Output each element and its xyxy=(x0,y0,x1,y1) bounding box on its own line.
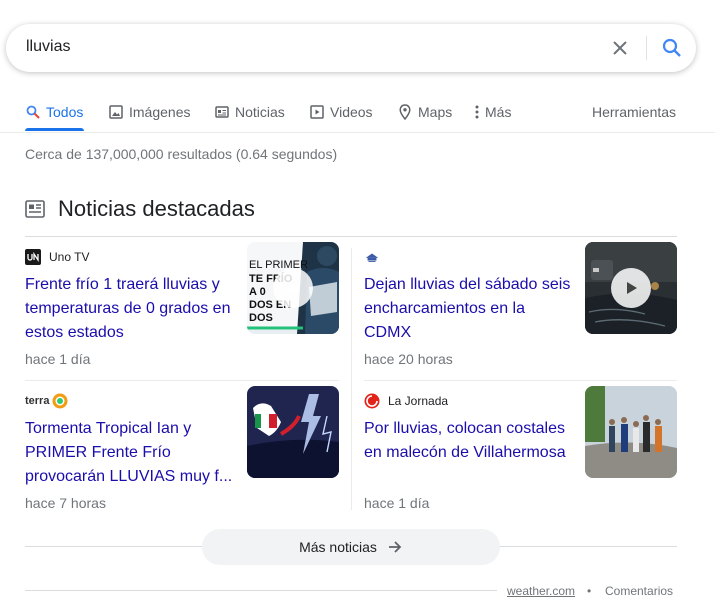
video-icon xyxy=(309,104,325,120)
news-headline[interactable]: Frente frío 1 traerá lluvias y temperatu… xyxy=(25,273,235,345)
play-icon[interactable] xyxy=(611,268,651,308)
tab-maps[interactable]: Maps xyxy=(397,102,452,122)
news-source: La Jornada xyxy=(364,393,448,409)
source-name: La Jornada xyxy=(388,394,449,408)
tab-label: Todos xyxy=(46,104,84,120)
news-thumbnail[interactable]: EL PRIMER TE FRÍO A 0 DOS EN DOS xyxy=(247,242,339,334)
news-headline[interactable]: Dejan lluvias del sábado seis encharcami… xyxy=(364,273,574,345)
news-card[interactable]: La Jornada Por lluvias, colocan costales… xyxy=(364,386,678,521)
tab-label: Maps xyxy=(418,104,453,120)
tab-mas[interactable]: Más xyxy=(473,102,511,122)
news-thumbnail[interactable] xyxy=(585,386,677,478)
svg-text:A 0: A 0 xyxy=(249,286,266,298)
news-time: hace 20 horas xyxy=(364,351,453,367)
tab-label: Noticias xyxy=(235,104,285,120)
result-stats: Cerca de 137,000,000 resultados (0.64 se… xyxy=(25,146,338,162)
source-name: terra xyxy=(25,395,50,407)
arrow-right-icon xyxy=(387,539,403,555)
divider xyxy=(25,590,497,591)
search-tabs: Todos Imágenes Noticias Videos Maps Más … xyxy=(25,96,715,132)
tools-button[interactable]: Herramientas xyxy=(592,102,676,122)
news-thumbnail[interactable] xyxy=(247,386,339,478)
play-icon[interactable] xyxy=(273,268,313,308)
divider xyxy=(25,380,339,381)
news-headline[interactable]: Tormenta Tropical Ian y PRIMER Frente Fr… xyxy=(25,417,235,489)
top-stories-header: Noticias destacadas xyxy=(25,196,255,222)
news-icon xyxy=(25,200,45,218)
publisher-logo xyxy=(364,249,380,265)
unotv-logo xyxy=(25,249,41,265)
more-news-button[interactable]: Más noticias xyxy=(202,529,500,565)
divider xyxy=(25,236,677,237)
more-news-label: Más noticias xyxy=(299,539,377,555)
terra-logo xyxy=(52,393,68,409)
la-jornada-logo xyxy=(364,393,380,409)
news-source: terra xyxy=(25,393,76,409)
section-title: Noticias destacadas xyxy=(58,196,255,221)
news-time: hace 1 día xyxy=(25,351,91,367)
news-headline[interactable]: Por lluvias, colocan costales en malecón… xyxy=(364,417,574,465)
news-thumbnail[interactable] xyxy=(585,242,677,334)
news-source: Uno TV xyxy=(25,249,89,265)
clear-icon[interactable] xyxy=(608,36,632,60)
news-source xyxy=(364,249,388,265)
tab-label: Imágenes xyxy=(129,104,191,120)
tab-noticias[interactable]: Noticias xyxy=(214,102,285,122)
news-card[interactable]: Uno TV Frente frío 1 traerá lluvias y te… xyxy=(25,242,339,377)
tab-label: Más xyxy=(485,104,512,120)
svg-text:DOS: DOS xyxy=(249,312,273,324)
tab-todos[interactable]: Todos xyxy=(25,102,83,122)
tab-imagenes[interactable]: Imágenes xyxy=(108,102,190,122)
active-tab-indicator xyxy=(25,128,84,131)
tools-label: Herramientas xyxy=(592,104,677,120)
tab-videos[interactable]: Videos xyxy=(309,102,373,122)
column-divider xyxy=(351,248,352,510)
source-name: Uno TV xyxy=(49,250,90,264)
map-pin-icon xyxy=(397,104,413,120)
comments-link[interactable]: Comentarios xyxy=(605,584,673,598)
image-icon xyxy=(108,104,124,120)
more-vert-icon xyxy=(473,104,481,120)
search-bar: lluvias xyxy=(6,24,696,72)
news-card[interactable]: terra Tormenta Tropical Ian y PRIMER Fre… xyxy=(25,386,339,521)
search-icon xyxy=(25,104,41,120)
news-time: hace 1 día xyxy=(364,495,430,511)
footer-separator: • xyxy=(587,584,592,598)
search-divider xyxy=(646,36,647,60)
news-icon xyxy=(214,104,230,120)
search-icon[interactable] xyxy=(660,36,684,60)
tab-label: Videos xyxy=(330,104,373,120)
search-input[interactable]: lluvias xyxy=(26,38,70,56)
divider xyxy=(364,380,677,381)
news-time: hace 7 horas xyxy=(25,495,106,511)
source-link[interactable]: weather.com xyxy=(507,584,575,598)
tabs-divider xyxy=(0,132,715,133)
news-card[interactable]: Dejan lluvias del sábado seis encharcami… xyxy=(364,242,678,377)
